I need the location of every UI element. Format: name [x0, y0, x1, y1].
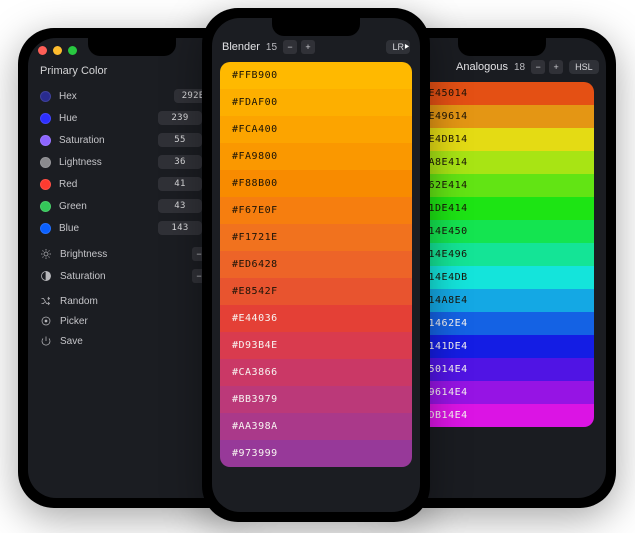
swatch[interactable]: #BB3979 — [220, 386, 412, 413]
color-dot — [40, 91, 51, 102]
notch — [88, 38, 176, 56]
swatch[interactable]: #F1721E — [220, 224, 412, 251]
row-value[interactable]: 43 — [158, 199, 202, 213]
swatch[interactable]: #E4DB14 — [402, 128, 594, 151]
zoom-dot[interactable] — [68, 46, 77, 55]
power-icon — [40, 335, 52, 347]
color-dot — [40, 135, 51, 146]
swatch[interactable]: #D93B4E — [220, 332, 412, 359]
swatch[interactable]: #1DE414 — [402, 197, 594, 220]
row-label: Brightness — [60, 249, 184, 260]
minus-button[interactable]: − — [531, 60, 545, 74]
analogous-swatch-list: #E45014#E49614#E4DB14#A8E414#62E414#1DE4… — [402, 82, 594, 427]
swatch[interactable]: #1462E4 — [402, 312, 594, 335]
contrast-icon — [40, 270, 52, 282]
swatch[interactable]: #FDAF00 — [220, 89, 412, 116]
swatch-count: 18 — [514, 62, 525, 73]
row-label: Saturation — [60, 271, 184, 282]
row-label: Hex — [59, 91, 166, 102]
mode-title: Blender — [222, 41, 260, 53]
row-label: Red — [59, 179, 150, 190]
swatch[interactable]: #FFB900 — [220, 62, 412, 89]
swatch[interactable]: #E45014 — [402, 82, 594, 105]
swatch[interactable]: #DB14E4 — [402, 404, 594, 427]
target-icon — [40, 315, 52, 327]
row-label: Green — [59, 201, 150, 212]
swatch[interactable]: #ED6428 — [220, 251, 412, 278]
plus-button[interactable]: + — [301, 40, 315, 54]
phone-center: Blender 15 − + LR #FFB900#FDAF00#FCA400#… — [202, 8, 430, 522]
notch — [458, 38, 546, 56]
row-value[interactable]: 36 — [158, 155, 202, 169]
swatch[interactable]: #FA9800 — [220, 143, 412, 170]
brightness-icon — [40, 248, 52, 260]
swatch[interactable]: #5014E4 — [402, 358, 594, 381]
row-value[interactable]: 239 — [158, 111, 202, 125]
blend-mode-toggle[interactable]: LR — [386, 40, 410, 54]
row-label: Saturation — [59, 135, 150, 146]
swatch[interactable]: #E49614 — [402, 105, 594, 128]
color-dot — [40, 223, 51, 234]
row-label: Random — [60, 296, 224, 307]
swatch[interactable]: #E8542F — [220, 278, 412, 305]
shuffle-icon — [40, 295, 52, 307]
minimize-dot[interactable] — [53, 46, 62, 55]
swatch[interactable]: #141DE4 — [402, 335, 594, 358]
mode-title: Analogous — [456, 61, 508, 73]
row-label: Hue — [59, 113, 150, 124]
plus-button[interactable]: + — [549, 60, 563, 74]
swatch-count: 15 — [266, 42, 277, 53]
row-label: Lightness — [59, 157, 150, 168]
swatch[interactable]: #AA398A — [220, 413, 412, 440]
row-value[interactable]: 55 — [158, 133, 202, 147]
color-dot — [40, 157, 51, 168]
close-dot[interactable] — [38, 46, 47, 55]
row-label: Blue — [59, 223, 150, 234]
swatch[interactable]: #62E414 — [402, 174, 594, 197]
color-mode-toggle[interactable]: HSL — [569, 60, 599, 74]
swatch[interactable]: #A8E414 — [402, 151, 594, 174]
color-dot — [40, 201, 51, 212]
swatch[interactable]: #CA3866 — [220, 359, 412, 386]
swatch[interactable]: #F88B00 — [220, 170, 412, 197]
swatch[interactable]: #14E496 — [402, 243, 594, 266]
swatch[interactable]: #9614E4 — [402, 381, 594, 404]
row-label: Picker — [60, 316, 224, 327]
swatch[interactable]: #14E4DB — [402, 266, 594, 289]
color-dot — [40, 179, 51, 190]
swatch[interactable]: #14E450 — [402, 220, 594, 243]
swatch[interactable]: #973999 — [220, 440, 412, 467]
row-label: Save — [60, 336, 224, 347]
notch — [272, 18, 360, 36]
swatch[interactable]: #14A8E4 — [402, 289, 594, 312]
blender-swatch-list: #FFB900#FDAF00#FCA400#FA9800#F88B00#F67E… — [220, 62, 412, 467]
swatch[interactable]: #FCA400 — [220, 116, 412, 143]
swatch[interactable]: #E44036 — [220, 305, 412, 332]
color-dot — [40, 113, 51, 124]
swatch[interactable]: #F67E0F — [220, 197, 412, 224]
row-value[interactable]: 143 — [158, 221, 202, 235]
row-value[interactable]: 41 — [158, 177, 202, 191]
minus-button[interactable]: − — [283, 40, 297, 54]
